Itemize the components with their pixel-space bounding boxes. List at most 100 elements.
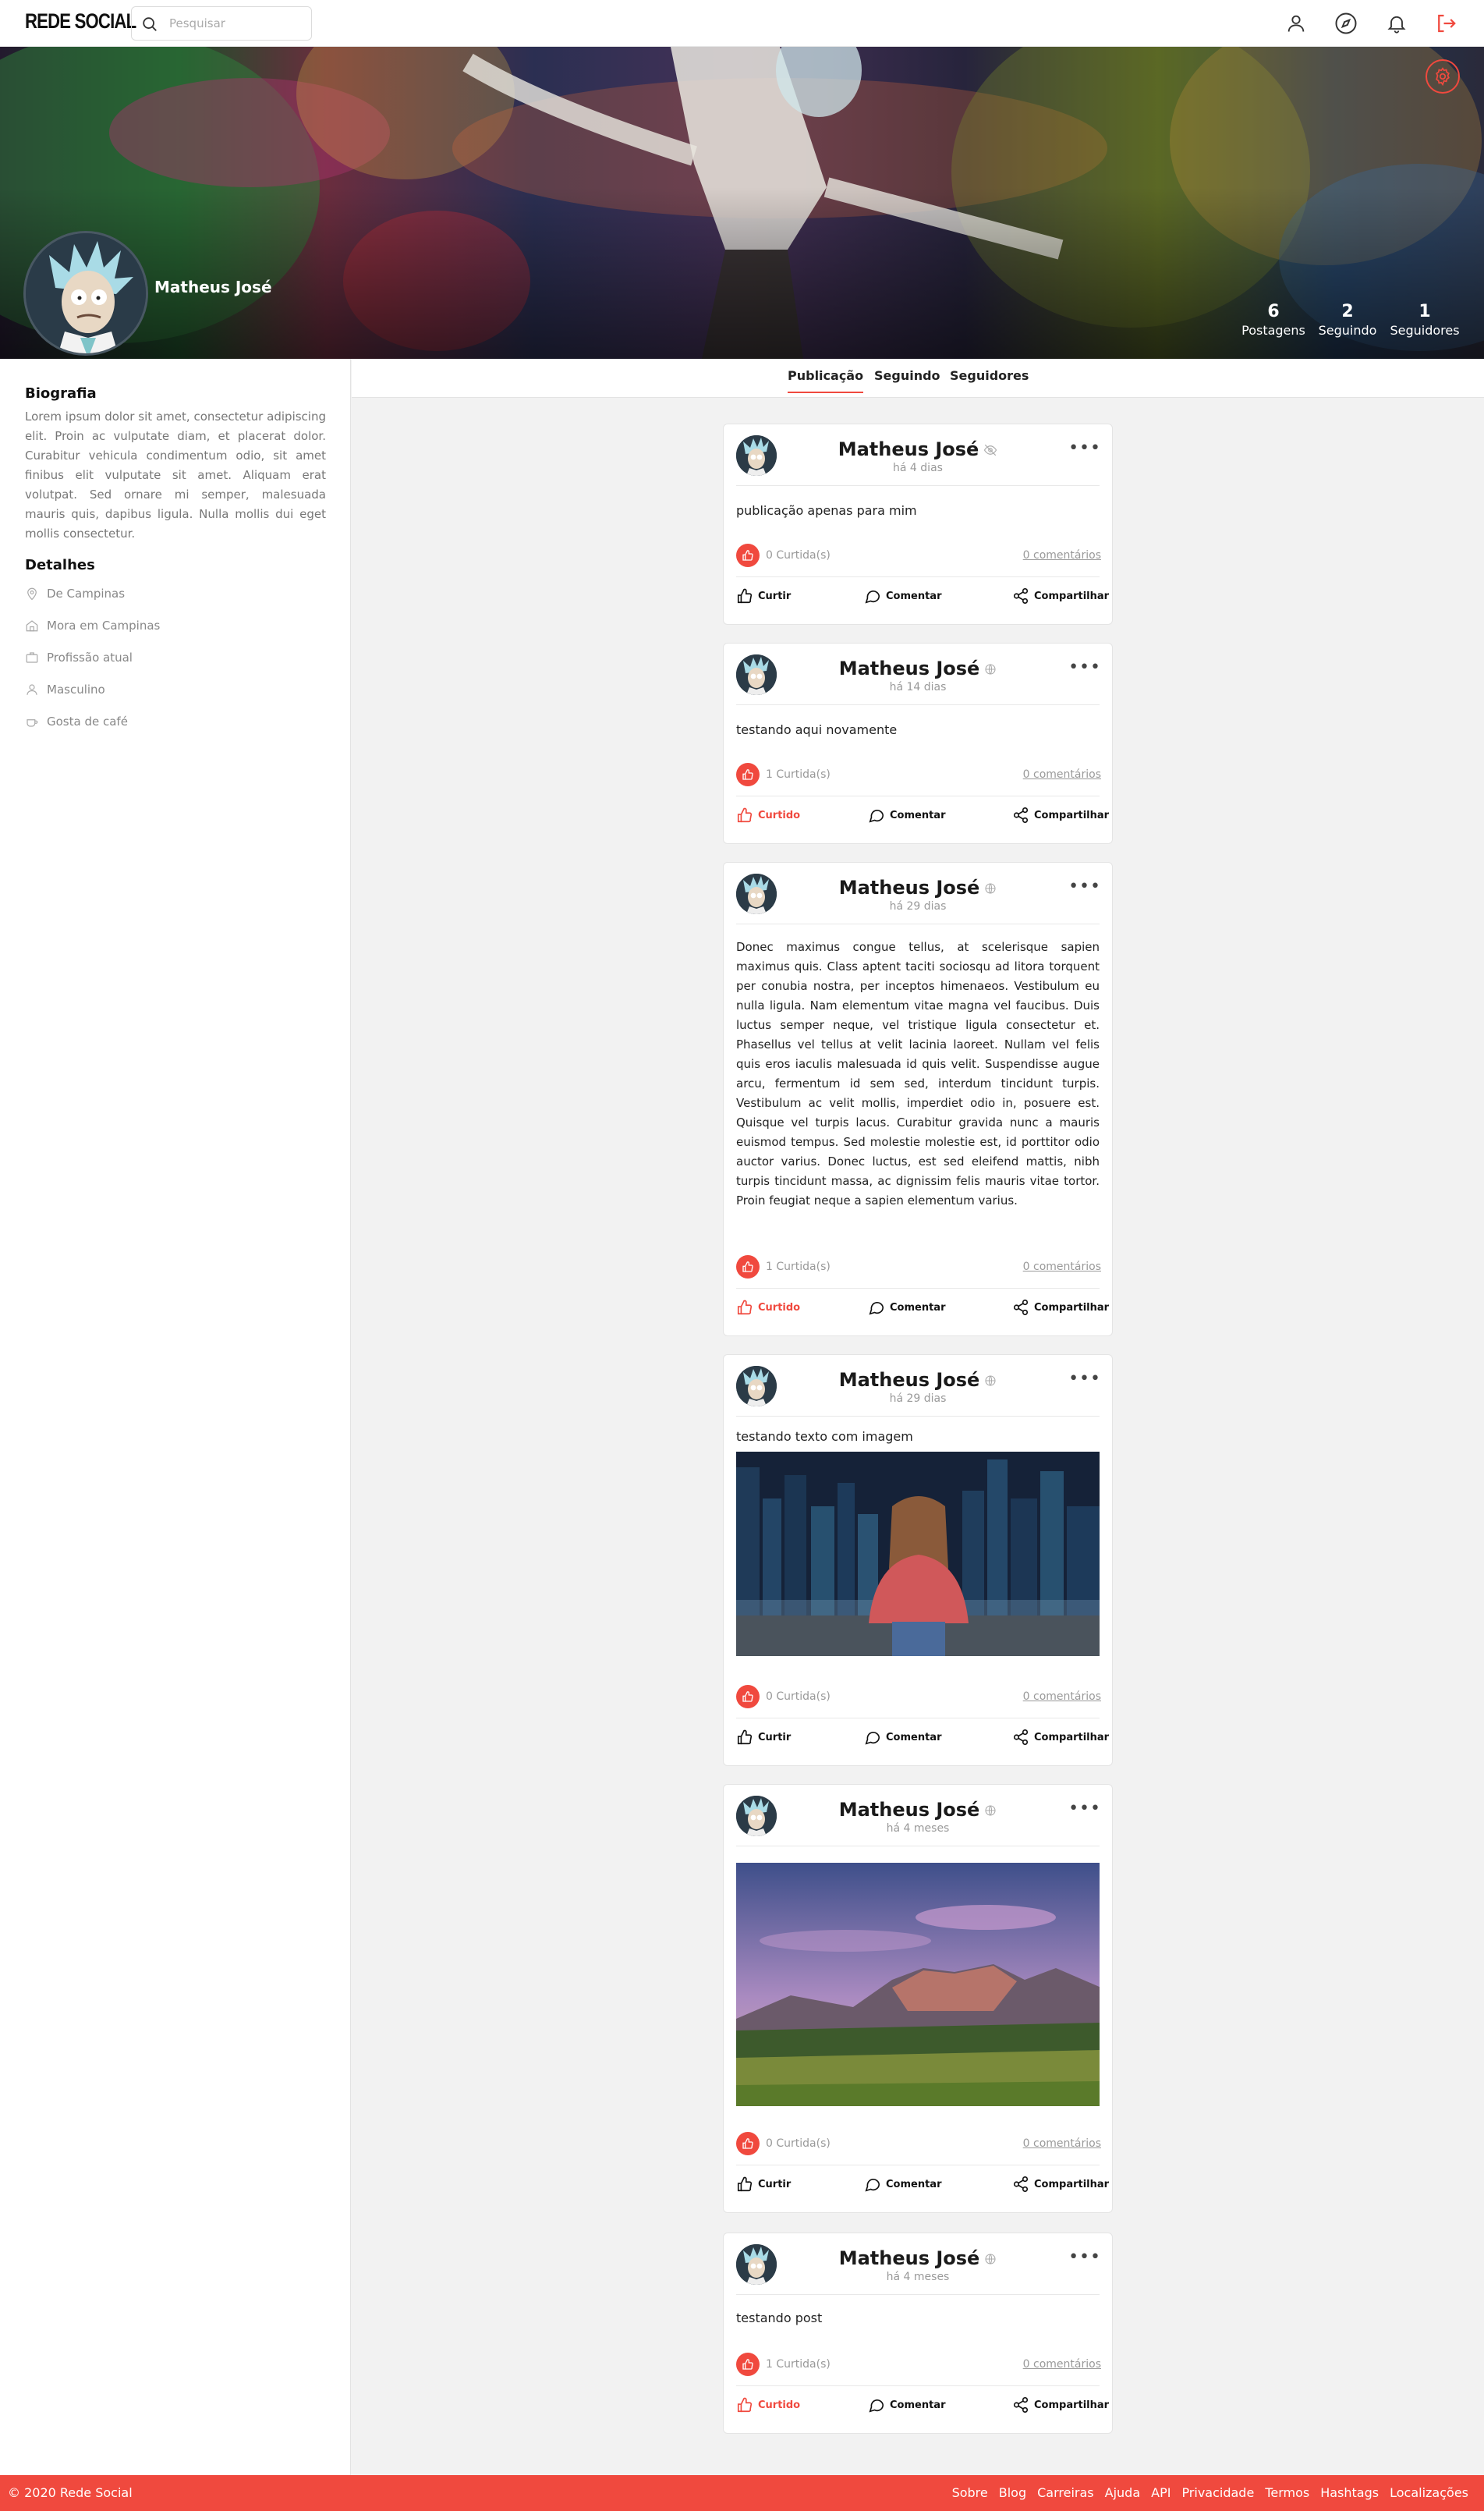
comment-bubble-icon xyxy=(865,1732,880,1745)
comment-bubble-icon xyxy=(865,591,880,604)
post-options-button[interactable]: ••• xyxy=(1068,877,1101,896)
profile-nav-button[interactable] xyxy=(1280,8,1312,39)
like-button[interactable]: Curtir xyxy=(736,1729,791,1746)
divider xyxy=(736,485,1100,486)
detail-job: Profissão atual xyxy=(25,648,133,667)
search-box[interactable] xyxy=(131,6,312,41)
mountain-landscape-photo xyxy=(736,1863,1100,2106)
profile-avatar[interactable] xyxy=(23,231,148,356)
liked-button[interactable]: Curtido xyxy=(736,807,800,824)
comment-button[interactable]: Comentar xyxy=(864,587,942,605)
comment-bubble-icon xyxy=(865,2179,880,2192)
share-button-label: Compartilhar xyxy=(1034,590,1110,602)
comment-button[interactable]: Comentar xyxy=(864,2176,942,2193)
comment-button-label: Comentar xyxy=(886,1731,942,1743)
footer-link-api[interactable]: API xyxy=(1151,2485,1171,2500)
like-count-badge xyxy=(736,1685,760,1708)
footer-link-terms[interactable]: Termos xyxy=(1265,2485,1309,2500)
footer-link-locations[interactable]: Localizações xyxy=(1390,2485,1468,2500)
city-night-illustration xyxy=(736,1452,1100,1656)
footer-link-help[interactable]: Ajuda xyxy=(1105,2485,1141,2500)
comments-link[interactable]: 0 comentários xyxy=(1023,2137,1101,2150)
comments-link[interactable]: 0 comentários xyxy=(1023,1690,1101,1703)
coffee-icon xyxy=(27,719,38,727)
bio-text: Lorem ipsum dolor sit amet, consectetur … xyxy=(25,410,326,541)
detail-job-text: Profissão atual xyxy=(47,651,133,665)
comments-link[interactable]: 0 comentários xyxy=(1023,2358,1101,2371)
comments-link[interactable]: 0 comentários xyxy=(1023,1261,1101,1273)
location-pin-icon xyxy=(27,587,37,601)
post-author-name[interactable]: Matheus José xyxy=(724,2247,1112,2269)
post-author-name[interactable]: Matheus José xyxy=(724,1799,1112,1821)
profile-cover: Matheus José 6 Postagens 2 Seguindo 1 Se… xyxy=(0,47,1484,359)
detail-likes-text: Gosta de café xyxy=(47,715,128,729)
footer-link-hashtags[interactable]: Hashtags xyxy=(1320,2485,1379,2500)
tab-publications[interactable]: Publicação xyxy=(788,368,864,393)
post-options-button[interactable]: ••• xyxy=(1068,1799,1101,1818)
like-count: 1 Curtida(s) xyxy=(766,768,831,781)
settings-button[interactable] xyxy=(1426,59,1460,94)
share-button[interactable]: Compartilhar xyxy=(1012,1299,1109,1316)
post-author-name-text: Matheus José xyxy=(838,2247,980,2269)
post-options-button[interactable]: ••• xyxy=(1068,2247,1101,2267)
comment-button[interactable]: Comentar xyxy=(868,2396,946,2413)
stat-following[interactable]: 2 Seguindo xyxy=(1318,301,1377,339)
comments-link[interactable]: 0 comentários xyxy=(1023,549,1101,562)
share-button[interactable]: Compartilhar xyxy=(1012,807,1109,824)
explore-nav-button[interactable] xyxy=(1330,8,1362,39)
comment-button[interactable]: Comentar xyxy=(864,1729,942,1746)
liked-button-label: Curtido xyxy=(758,2399,801,2411)
notifications-nav-button[interactable] xyxy=(1381,8,1412,39)
comment-button[interactable]: Comentar xyxy=(868,807,946,824)
like-count-badge xyxy=(736,763,760,786)
tab-followers[interactable]: Seguidores xyxy=(950,368,1029,392)
stat-followers[interactable]: 1 Seguidores xyxy=(1388,301,1461,339)
like-button-label: Curtir xyxy=(758,2178,792,2190)
footer-link-careers[interactable]: Carreiras xyxy=(1037,2485,1094,2500)
comment-button[interactable]: Comentar xyxy=(868,1299,946,1316)
bell-icon xyxy=(1387,16,1406,34)
detail-from-text: De Campinas xyxy=(47,587,126,601)
post-author-name[interactable]: Matheus José xyxy=(724,877,1112,899)
post-image[interactable] xyxy=(736,1452,1100,1656)
like-count: 0 Curtida(s) xyxy=(766,2137,831,2150)
like-count-badge xyxy=(736,1255,760,1279)
stat-posts[interactable]: 6 Postagens xyxy=(1241,301,1305,339)
post-author-name[interactable]: Matheus José xyxy=(724,1369,1112,1391)
thumbs-up-icon xyxy=(742,2359,753,2370)
post-author-name[interactable]: Matheus José xyxy=(724,658,1112,679)
logo[interactable]: REDE SOCIAL xyxy=(25,9,136,34)
compass-icon xyxy=(1335,12,1357,34)
footer-link-about[interactable]: Sobre xyxy=(952,2485,988,2500)
logout-nav-button[interactable] xyxy=(1430,8,1461,39)
footer-link-blog[interactable]: Blog xyxy=(999,2485,1026,2500)
like-button[interactable]: Curtir xyxy=(736,587,791,605)
share-button-label: Compartilhar xyxy=(1034,2178,1110,2190)
post-text: testando post xyxy=(736,2311,823,2325)
liked-button[interactable]: Curtido xyxy=(736,2396,800,2413)
liked-button[interactable]: Curtido xyxy=(736,1299,800,1316)
post-image[interactable] xyxy=(736,1863,1100,2106)
post-author-name[interactable]: Matheus José xyxy=(724,438,1112,460)
comments-link[interactable]: 0 comentários xyxy=(1023,768,1101,781)
post-options-button[interactable]: ••• xyxy=(1068,438,1101,458)
like-button[interactable]: Curtir xyxy=(736,2176,791,2193)
share-button[interactable]: Compartilhar xyxy=(1012,2396,1109,2413)
share-button[interactable]: Compartilhar xyxy=(1012,587,1109,605)
post-text: publicação apenas para mim xyxy=(736,503,917,518)
post-author-name-text: Matheus José xyxy=(838,1799,980,1821)
post-options-button[interactable]: ••• xyxy=(1068,658,1101,677)
eye-off-icon xyxy=(984,444,997,456)
person-icon xyxy=(27,684,37,695)
like-count: 0 Curtida(s) xyxy=(766,549,831,562)
share-icon xyxy=(1013,1300,1029,1315)
share-button[interactable]: Compartilhar xyxy=(1012,2176,1109,2193)
bio-title: Biografia xyxy=(25,385,97,402)
tab-following[interactable]: Seguindo xyxy=(874,368,940,392)
like-button-label: Curtir xyxy=(758,590,792,602)
footer-link-privacy[interactable]: Privacidade xyxy=(1181,2485,1254,2500)
share-button[interactable]: Compartilhar xyxy=(1012,1729,1109,1746)
stat-followers-label: Seguidores xyxy=(1390,323,1460,338)
post-options-button[interactable]: ••• xyxy=(1068,1369,1101,1388)
search-input[interactable] xyxy=(169,14,302,33)
